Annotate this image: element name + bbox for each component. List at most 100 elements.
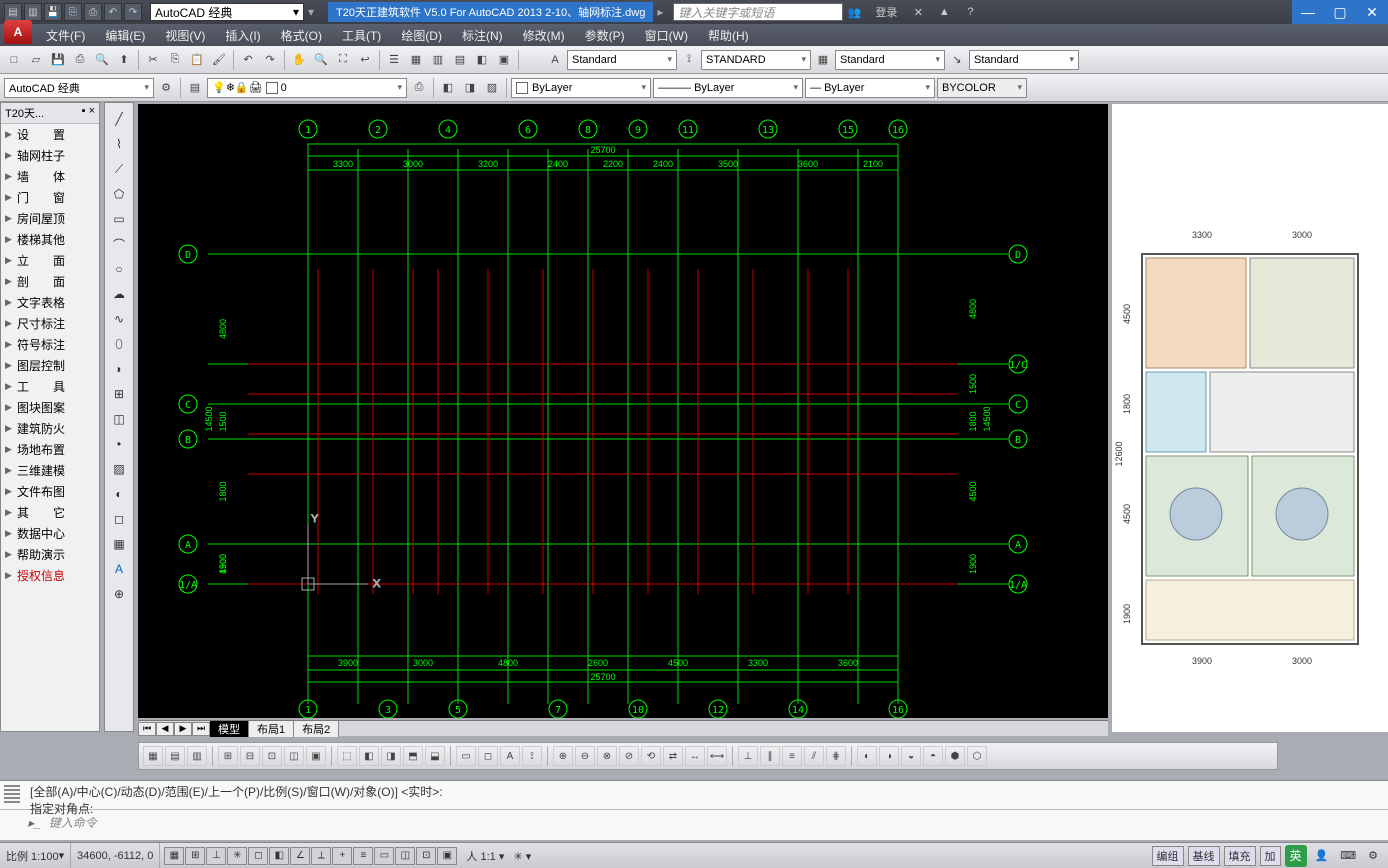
ime-opt3-icon[interactable]: ⚙ (1364, 848, 1382, 863)
bt35[interactable]: ⬢ (945, 746, 965, 766)
tangent-item-15[interactable]: ▶场地布置 (1, 439, 99, 460)
bt23[interactable]: ⇄ (663, 746, 683, 766)
tangent-item-9[interactable]: ▶尺寸标注 (1, 313, 99, 334)
revcloud-icon[interactable]: ☁ (109, 284, 129, 304)
tangent-item-16[interactable]: ▶三维建模 (1, 460, 99, 481)
bt26[interactable]: ⊥ (738, 746, 758, 766)
tb-mleader-icon[interactable]: ↘ (947, 50, 967, 70)
menu-edit[interactable]: 编辑(E) (95, 25, 155, 46)
table-icon[interactable]: ▦ (109, 534, 129, 554)
hatch-icon[interactable]: ▨ (109, 459, 129, 479)
tb-publish-icon[interactable]: ⬆ (114, 50, 134, 70)
title-nav-icon[interactable]: ▸ (657, 5, 663, 19)
sr-fill[interactable]: 填充 (1224, 846, 1256, 866)
menu-file[interactable]: 文件(F) (36, 25, 95, 46)
qat-new-icon[interactable]: ▤ (4, 3, 22, 21)
tb-preview-icon[interactable]: 🔍 (92, 50, 112, 70)
bt12[interactable]: ⬒ (403, 746, 423, 766)
bt36[interactable]: ⬡ (967, 746, 987, 766)
menu-modify[interactable]: 修改(M) (513, 25, 575, 46)
menu-format[interactable]: 格式(O) (271, 25, 332, 46)
pline-icon[interactable]: ⌇ (109, 134, 129, 154)
model-viewport[interactable]: X Y 124689111315163300300032002400220024… (138, 104, 1108, 718)
qat-saveas-icon[interactable]: ⎘ (64, 3, 82, 21)
app-menu-icon[interactable]: A (4, 20, 32, 44)
cloud-icon[interactable]: ▲ (933, 3, 955, 21)
tangent-item-2[interactable]: ▶墙 体 (1, 166, 99, 187)
bt22[interactable]: ⟲ (641, 746, 661, 766)
bt32[interactable]: ◑ (879, 746, 899, 766)
tb-ssm-icon[interactable]: ▤ (450, 50, 470, 70)
tab-last-icon[interactable]: ⏭ (192, 722, 210, 736)
region-icon[interactable]: ◻ (109, 509, 129, 529)
dim-style-dropdown[interactable]: STANDARD▾ (701, 50, 811, 70)
qat-plot-icon[interactable]: ⎙ (84, 3, 102, 21)
bt2[interactable]: ▤ (165, 746, 185, 766)
tab-first-icon[interactable]: ⏮ (138, 722, 156, 736)
rectangle-icon[interactable]: ▭ (109, 209, 129, 229)
tb-paste-icon[interactable]: 📋 (187, 50, 207, 70)
tangent-item-21[interactable]: ▶授权信息 (1, 565, 99, 586)
bt13[interactable]: ⬓ (425, 746, 445, 766)
sr-base[interactable]: 基线 (1188, 846, 1220, 866)
line-icon[interactable]: ╱ (109, 109, 129, 129)
tab-model[interactable]: 模型 (210, 721, 249, 737)
bt10[interactable]: ◧ (359, 746, 379, 766)
bt18[interactable]: ⊕ (553, 746, 573, 766)
tb-save-icon[interactable]: 💾 (48, 50, 68, 70)
tb-ws-settings-icon[interactable]: ⚙ (156, 78, 176, 98)
sb-3dosnap-icon[interactable]: ◧ (269, 847, 289, 865)
bt8[interactable]: ▣ (306, 746, 326, 766)
menu-insert[interactable]: 插入(I) (215, 25, 270, 46)
bt4[interactable]: ⊞ (218, 746, 238, 766)
qat-more-icon[interactable]: ▾ (308, 5, 324, 19)
tb-dc-icon[interactable]: ▦ (406, 50, 426, 70)
qat-save-icon[interactable]: 💾 (44, 3, 62, 21)
menu-tools[interactable]: 工具(T) (332, 25, 391, 46)
ime-indicator[interactable]: 英 (1285, 845, 1307, 867)
bt20[interactable]: ⊗ (597, 746, 617, 766)
tb-block-icon[interactable]: ◧ (438, 78, 458, 98)
tangent-item-14[interactable]: ▶建筑防火 (1, 418, 99, 439)
sb-polar-icon[interactable]: ✳ (227, 847, 247, 865)
tb-layermgr-icon[interactable]: ▤ (185, 78, 205, 98)
bt21[interactable]: ⊘ (619, 746, 639, 766)
bt30[interactable]: ⋕ (826, 746, 846, 766)
tangent-item-5[interactable]: ▶楼梯其他 (1, 229, 99, 250)
mtext-icon[interactable]: A (109, 559, 129, 579)
tb-props-icon[interactable]: ☰ (384, 50, 404, 70)
sb-sc-icon[interactable]: ⊡ (416, 847, 436, 865)
tangent-item-8[interactable]: ▶文字表格 (1, 292, 99, 313)
tab-layout1[interactable]: 布局1 (249, 721, 294, 737)
mleader-style-dropdown[interactable]: Standard▾ (969, 50, 1079, 70)
arc-icon[interactable]: ⌒ (109, 234, 129, 254)
tb-dimstyle-icon[interactable]: ⟟ (679, 50, 699, 70)
sr-group[interactable]: 编组 (1152, 846, 1184, 866)
sb-am-icon[interactable]: ▣ (437, 847, 457, 865)
ellipsearc-icon[interactable]: ◗ (109, 359, 129, 379)
help-icon[interactable]: ? (959, 3, 981, 21)
tb-zoomprev-icon[interactable]: ↩ (355, 50, 375, 70)
sb-snap-icon[interactable]: ▦ (164, 847, 184, 865)
bt15[interactable]: ◻ (478, 746, 498, 766)
polyline-icon[interactable]: ⟋ (109, 159, 129, 179)
menu-param[interactable]: 参数(P) (575, 25, 635, 46)
menu-help[interactable]: 帮助(H) (698, 25, 759, 46)
tb-qcalc-icon[interactable]: ▣ (494, 50, 514, 70)
color-dropdown[interactable]: ByLayer▾ (511, 78, 651, 98)
tb-zoom-icon[interactable]: 🔍 (311, 50, 331, 70)
tangent-item-3[interactable]: ▶门 窗 (1, 187, 99, 208)
lineweight-dropdown[interactable]: — ByLayer▾ (805, 78, 935, 98)
tangent-item-13[interactable]: ▶图块图案 (1, 397, 99, 418)
ellipse-icon[interactable]: ⬯ (109, 334, 129, 354)
tangent-item-20[interactable]: ▶帮助演示 (1, 544, 99, 565)
tab-layout2[interactable]: 布局2 (294, 721, 339, 737)
menu-draw[interactable]: 绘图(D) (391, 25, 452, 46)
bt1[interactable]: ▦ (143, 746, 163, 766)
bt14[interactable]: ▭ (456, 746, 476, 766)
tb-new-icon[interactable]: □ (4, 50, 24, 70)
sb-tpy-icon[interactable]: ▭ (374, 847, 394, 865)
bt24[interactable]: ↔ (685, 746, 705, 766)
tb-xref-icon[interactable]: ◨ (460, 78, 480, 98)
tb-undo-icon[interactable]: ↶ (238, 50, 258, 70)
